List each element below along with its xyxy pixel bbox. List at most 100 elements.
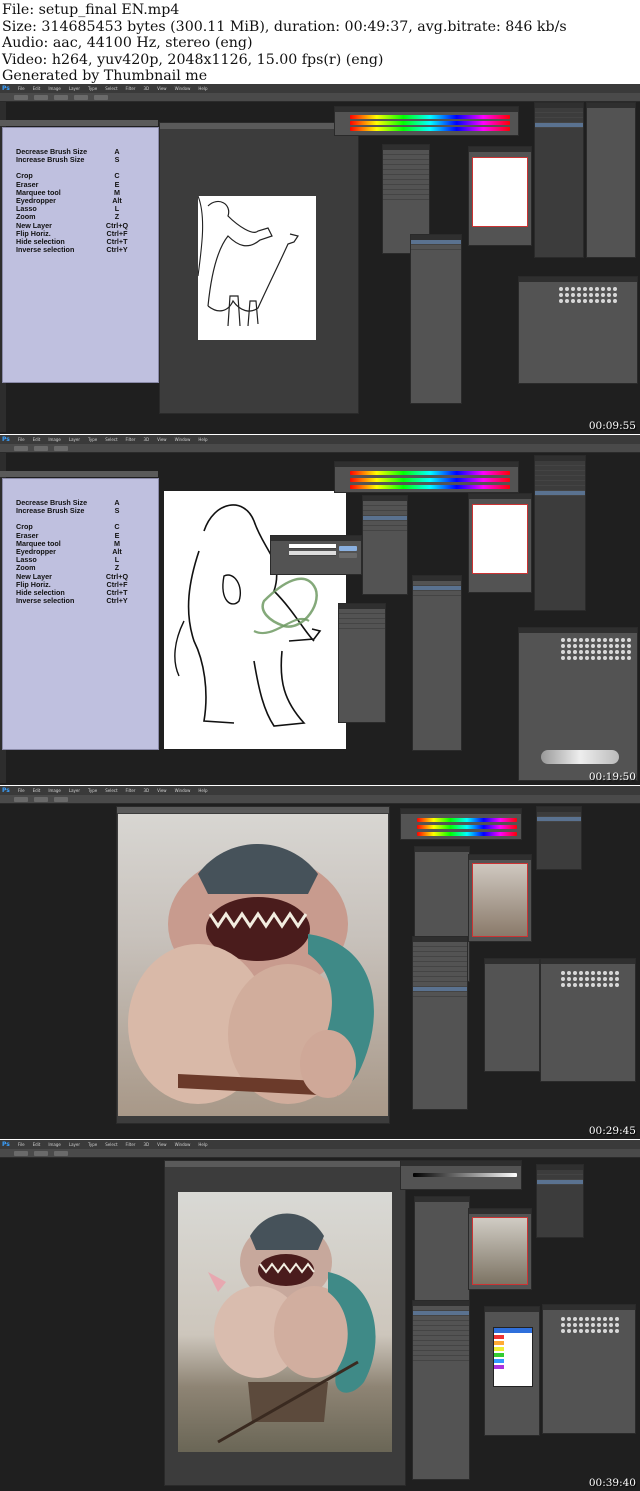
brush-tip-grid[interactable]	[561, 638, 631, 660]
menu-edit[interactable]: Edit	[33, 787, 41, 795]
color-slider-red[interactable]	[350, 471, 510, 475]
mode-select[interactable]	[34, 1150, 48, 1156]
brush-tip-grid[interactable]	[561, 971, 619, 987]
sketch-canvas[interactable]	[164, 491, 346, 749]
menu-window[interactable]: Window	[175, 85, 191, 93]
menu-3d[interactable]: 3D	[143, 436, 149, 444]
menu-edit[interactable]: Edit	[33, 436, 41, 444]
history-row[interactable]	[535, 123, 583, 128]
document-tab-sketch[interactable]	[160, 123, 358, 129]
menu-type[interactable]: Type	[88, 1141, 97, 1149]
menu-view[interactable]: View	[157, 85, 167, 93]
action-row[interactable]	[363, 526, 407, 531]
layer-row[interactable]	[413, 992, 467, 997]
menu-image[interactable]: Image	[48, 85, 61, 93]
menu-filter[interactable]: Filter	[126, 787, 136, 795]
color-slider-green[interactable]	[350, 121, 510, 125]
blend-mode-dropdown[interactable]	[493, 1327, 533, 1387]
menu-filter[interactable]: Filter	[126, 1141, 136, 1149]
menu-help[interactable]: Help	[198, 1141, 207, 1149]
action-name-field[interactable]	[289, 544, 336, 549]
menu-window[interactable]: Window	[175, 1141, 191, 1149]
action-set-select[interactable]	[289, 551, 336, 556]
history-row[interactable]	[537, 817, 581, 822]
brush-picker[interactable]	[34, 445, 48, 451]
gray-slider[interactable]	[413, 1173, 517, 1177]
tool-preset-picker[interactable]	[14, 1150, 28, 1156]
dropdown-color-swatch[interactable]	[494, 1365, 504, 1369]
menu-layer[interactable]: Layer	[69, 787, 80, 795]
menu-3d[interactable]: 3D	[143, 1141, 149, 1149]
document-tab-painting[interactable]	[117, 807, 389, 813]
tool-preset-picker[interactable]	[14, 445, 28, 451]
preset-row[interactable]	[383, 195, 429, 200]
painting-canvas[interactable]	[178, 1192, 392, 1452]
navigator-thumbnail[interactable]	[472, 157, 528, 227]
menu-image[interactable]: Image	[48, 1141, 61, 1149]
opacity-field[interactable]	[74, 94, 88, 100]
menu-view[interactable]: View	[157, 787, 167, 795]
flow-field[interactable]	[94, 94, 108, 100]
color-slider-green[interactable]	[350, 478, 510, 482]
history-row[interactable]	[535, 491, 585, 496]
brush-picker[interactable]	[34, 94, 48, 100]
dropdown-color-swatch[interactable]	[494, 1335, 504, 1339]
menu-file[interactable]: File	[18, 436, 25, 444]
menu-help[interactable]: Help	[198, 436, 207, 444]
history-row[interactable]	[537, 1180, 583, 1185]
painting-canvas[interactable]	[118, 814, 388, 1116]
menu-view[interactable]: View	[157, 436, 167, 444]
menu-select[interactable]: Select	[105, 1141, 117, 1149]
menu-window[interactable]: Window	[175, 787, 191, 795]
menu-file[interactable]: File	[18, 787, 25, 795]
color-slider-blue[interactable]	[417, 832, 517, 836]
mode-select[interactable]	[54, 94, 68, 100]
menu-filter[interactable]: Filter	[126, 85, 136, 93]
menu-type[interactable]: Type	[88, 787, 97, 795]
menu-help[interactable]: Help	[198, 787, 207, 795]
menu-layer[interactable]: Layer	[69, 1141, 80, 1149]
color-slider-blue[interactable]	[350, 127, 510, 131]
menu-filter[interactable]: Filter	[126, 436, 136, 444]
navigator-thumbnail[interactable]	[472, 1217, 528, 1285]
color-slider-blue[interactable]	[350, 485, 510, 489]
menu-type[interactable]: Type	[88, 85, 97, 93]
menu-select[interactable]: Select	[105, 787, 117, 795]
brush-tip-grid[interactable]	[559, 287, 617, 303]
tool-preset-picker[interactable]	[14, 796, 28, 802]
document-tab[interactable]	[0, 120, 158, 126]
opacity-field[interactable]	[54, 796, 68, 802]
menu-layer[interactable]: Layer	[69, 436, 80, 444]
menu-image[interactable]: Image	[48, 787, 61, 795]
menu-type[interactable]: Type	[88, 436, 97, 444]
cancel-button[interactable]	[339, 553, 357, 558]
navigator-thumbnail[interactable]	[472, 504, 528, 574]
navigator-thumbnail[interactable]	[472, 863, 528, 937]
opacity-field[interactable]	[54, 1150, 68, 1156]
layer-row[interactable]	[413, 591, 461, 596]
tool-preset-picker[interactable]	[14, 94, 28, 100]
menu-file[interactable]: File	[18, 85, 25, 93]
mode-select[interactable]	[54, 445, 68, 451]
history-step[interactable]	[339, 624, 385, 629]
layer-row[interactable]	[411, 245, 461, 250]
menu-help[interactable]: Help	[198, 85, 207, 93]
dropdown-color-swatch[interactable]	[494, 1347, 504, 1351]
menu-window[interactable]: Window	[175, 436, 191, 444]
dropdown-color-swatch[interactable]	[494, 1359, 504, 1363]
menu-file[interactable]: File	[18, 1141, 25, 1149]
menu-image[interactable]: Image	[48, 436, 61, 444]
dropdown-color-swatch[interactable]	[494, 1353, 504, 1357]
document-tab-painting[interactable]	[165, 1161, 405, 1167]
sketch-canvas[interactable]	[197, 195, 316, 340]
menu-select[interactable]: Select	[105, 85, 117, 93]
brush-tip-grid[interactable]	[561, 1317, 619, 1333]
color-slider-red[interactable]	[350, 115, 510, 119]
menu-select[interactable]: Select	[105, 436, 117, 444]
menu-3d[interactable]: 3D	[143, 787, 149, 795]
color-slider-green[interactable]	[417, 825, 517, 829]
menu-view[interactable]: View	[157, 1141, 167, 1149]
menu-edit[interactable]: Edit	[33, 1141, 41, 1149]
menu-layer[interactable]: Layer	[69, 85, 80, 93]
record-button[interactable]	[339, 546, 357, 551]
